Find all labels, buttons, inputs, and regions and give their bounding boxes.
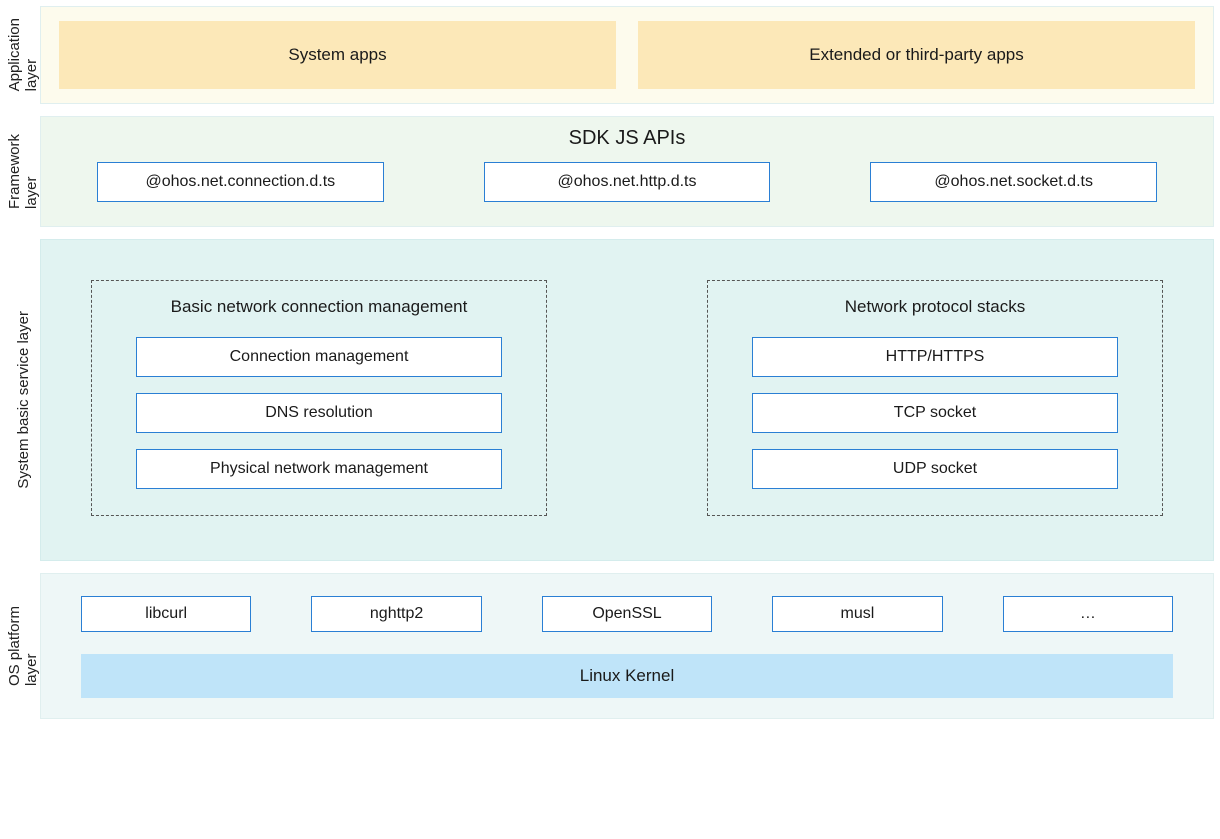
system-service-layer: System basic service layer Basic network…	[6, 239, 1214, 561]
application-layer-body: System apps Extended or third-party apps	[40, 6, 1214, 104]
tcp-socket-box: TCP socket	[752, 393, 1118, 433]
connection-management-box: Connection management	[136, 337, 502, 377]
api-http-box: @ohos.net.http.d.ts	[484, 162, 771, 202]
sdk-js-apis-title: SDK JS APIs	[97, 127, 1157, 150]
http-https-box: HTTP/HTTPS	[752, 337, 1118, 377]
musl-box: musl	[772, 596, 942, 632]
os-platform-layer: OS platformlayer libcurl nghttp2 OpenSSL…	[6, 573, 1214, 719]
framework-layer: Frameworklayer SDK JS APIs @ohos.net.con…	[6, 116, 1214, 227]
api-connection-box: @ohos.net.connection.d.ts	[97, 162, 384, 202]
basic-network-group-title: Basic network connection management	[136, 297, 502, 317]
application-layer: Applicationlayer System apps Extended or…	[6, 6, 1214, 104]
openssl-box: OpenSSL	[542, 596, 712, 632]
libcurl-box: libcurl	[81, 596, 251, 632]
os-platform-layer-body: libcurl nghttp2 OpenSSL musl … Linux Ker…	[40, 573, 1214, 719]
protocol-stacks-group-title: Network protocol stacks	[752, 297, 1118, 317]
linux-kernel-box: Linux Kernel	[81, 654, 1173, 698]
architecture-diagram: Applicationlayer System apps Extended or…	[6, 6, 1214, 833]
third-party-apps-box: Extended or third-party apps	[638, 21, 1195, 89]
system-service-layer-body: Basic network connection management Conn…	[40, 239, 1214, 561]
nghttp2-box: nghttp2	[311, 596, 481, 632]
framework-layer-body: SDK JS APIs @ohos.net.connection.d.ts @o…	[40, 116, 1214, 227]
udp-socket-box: UDP socket	[752, 449, 1118, 489]
sdk-api-row: @ohos.net.connection.d.ts @ohos.net.http…	[97, 162, 1157, 202]
system-service-layer-label: System basic service layer	[6, 239, 40, 561]
dns-resolution-box: DNS resolution	[136, 393, 502, 433]
protocol-stacks-group: Network protocol stacks HTTP/HTTPS TCP s…	[707, 280, 1163, 516]
application-layer-label: Applicationlayer	[6, 6, 40, 104]
os-libs-row: libcurl nghttp2 OpenSSL musl …	[81, 596, 1173, 632]
api-socket-box: @ohos.net.socket.d.ts	[870, 162, 1157, 202]
os-platform-layer-label: OS platformlayer	[6, 573, 40, 719]
basic-network-group: Basic network connection management Conn…	[91, 280, 547, 516]
more-libs-box: …	[1003, 596, 1173, 632]
physical-network-box: Physical network management	[136, 449, 502, 489]
framework-layer-label: Frameworklayer	[6, 116, 40, 227]
system-apps-box: System apps	[59, 21, 616, 89]
